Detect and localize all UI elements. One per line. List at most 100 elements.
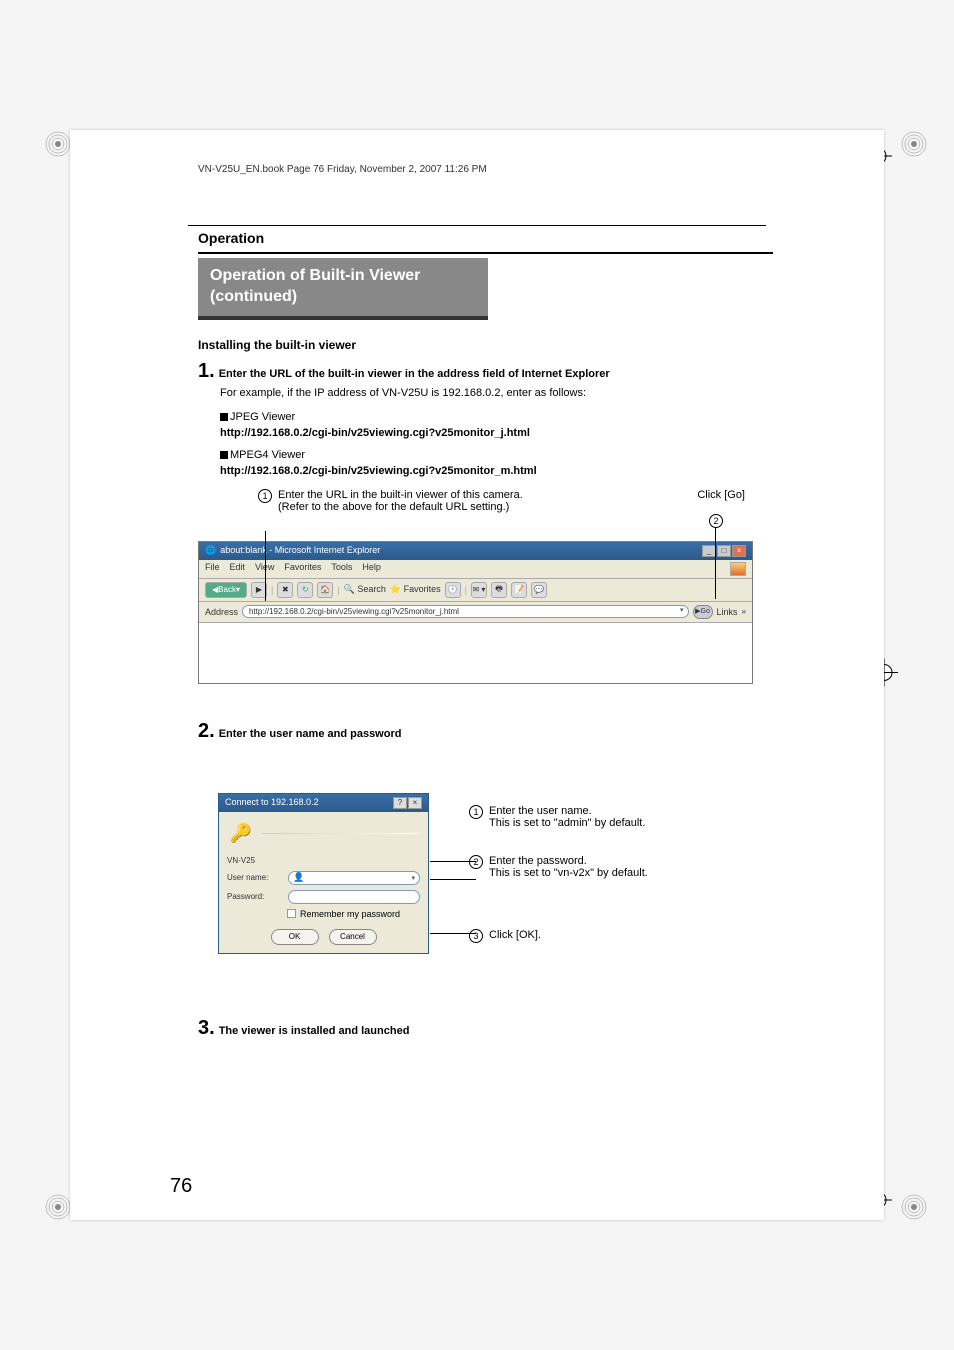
annotation-2: 2 Enter the password. This is set to "vn… [469, 855, 648, 879]
registration-ring-br [900, 1193, 928, 1226]
ie-toolbar: ◀ Back ▾ ▶ | ✖ ↻ 🏠 | 🔍 Search ⭐ Favorite… [199, 579, 752, 602]
ie-window: 🌐about:blank - Microsoft Internet Explor… [198, 541, 753, 684]
maximize-icon[interactable]: □ [717, 545, 731, 557]
favorites-button[interactable]: ⭐ Favorites [390, 584, 441, 595]
cancel-button[interactable]: Cancel [329, 929, 377, 945]
password-label: Password: [227, 892, 282, 901]
menu-favorites[interactable]: Favorites [284, 562, 321, 576]
minimize-icon[interactable]: _ [702, 545, 716, 557]
jpeg-viewer-url: http://192.168.0.2/cgi-bin/v25viewing.cg… [220, 427, 773, 439]
discuss-button[interactable]: 💬 [531, 582, 547, 598]
username-field[interactable]: 👤 [288, 871, 420, 885]
login-dialog-body: 🔑 VN-V25 User name: 👤 Password: Rem [219, 812, 428, 953]
leader-line [265, 531, 266, 601]
leader-line [430, 879, 476, 880]
registration-ring-bl [44, 1193, 72, 1226]
page-number: 76 [170, 1175, 192, 1198]
server-name: VN-V25 [227, 856, 420, 865]
dialog-window-buttons: ?× [392, 797, 422, 809]
step-1-body: Enter the URL of the built-in viewer in … [219, 368, 610, 380]
menu-edit[interactable]: Edit [230, 562, 246, 576]
menu-tools[interactable]: Tools [331, 562, 352, 576]
callout-1-num: 1 [258, 489, 272, 503]
menu-help[interactable]: Help [362, 562, 381, 576]
step-1: 1. Enter the URL of the built-in viewer … [198, 360, 773, 383]
annotation-2-line2: This is set to "vn-v2x" by default. [489, 867, 648, 879]
header-rule [188, 225, 766, 226]
annotation-1-line1: Enter the user name. [489, 805, 645, 817]
step-2-body: Enter the user name and password [219, 728, 402, 740]
password-field[interactable] [288, 890, 420, 904]
menu-file[interactable]: File [205, 562, 220, 576]
callout-go: 2 [709, 511, 723, 529]
callout-go-num: 2 [709, 514, 723, 528]
login-dialog-title: Connect to 192.168.0.2 [225, 797, 319, 809]
title-box: Operation of Built-in Viewer (continued) [198, 258, 488, 320]
step-1-note: For example, if the IP address of VN-V25… [220, 387, 773, 399]
dialog-header-row: 🔑 [227, 820, 420, 848]
jpeg-viewer-label: JPEG Viewer [220, 411, 773, 423]
remember-label: Remember my password [300, 909, 400, 919]
annotation-3: 3 Click [OK]. [469, 929, 648, 943]
square-bullet-icon [220, 451, 228, 459]
leader-line [715, 527, 716, 599]
square-bullet-icon [220, 413, 228, 421]
history-button[interactable]: 🕑 [445, 582, 461, 598]
window-buttons: _□× [701, 545, 746, 557]
dialog-buttons: OK Cancel [227, 929, 420, 945]
section-rule [198, 252, 773, 254]
mail-button[interactable]: ✉ ▾ [471, 582, 487, 598]
ie-title-bar: 🌐about:blank - Microsoft Internet Explor… [199, 542, 752, 560]
stop-button[interactable]: ✖ [277, 582, 293, 598]
registration-ring-tl [44, 130, 72, 163]
ie-address-bar: Address http://192.168.0.2/cgi-bin/v25vi… [199, 602, 752, 623]
links-chevron-icon[interactable]: » [742, 607, 746, 616]
mpeg4-viewer-label: MPEG4 Viewer [220, 449, 773, 461]
address-field[interactable]: http://192.168.0.2/cgi-bin/v25viewing.cg… [242, 605, 689, 618]
dialog-divider [261, 833, 420, 834]
home-button[interactable]: 🏠 [317, 582, 333, 598]
login-dialog-title-bar: Connect to 192.168.0.2 ?× [219, 794, 428, 812]
ie-content-area [199, 623, 752, 683]
search-button[interactable]: 🔍 Search [344, 584, 386, 595]
refresh-button[interactable]: ↻ [297, 582, 313, 598]
go-button[interactable]: ▶Go [693, 605, 713, 619]
annotation-3-num: 3 [469, 929, 483, 943]
leader-line [430, 933, 476, 934]
callout-1-line1: Enter the URL in the built-in viewer of … [278, 489, 523, 501]
edit-button[interactable]: 📝 [511, 582, 527, 598]
subhead: Installing the built-in viewer [198, 338, 773, 352]
keys-icon: 🔑 [227, 820, 255, 848]
remember-checkbox[interactable] [287, 909, 296, 918]
annotation-2-line1: Enter the password. [489, 855, 648, 867]
ie-throbber-icon [730, 562, 746, 576]
page: VN-V25U_EN.book Page 76 Friday, November… [70, 130, 884, 1220]
back-button[interactable]: ◀ Back ▾ [205, 582, 247, 598]
annotation-2-num: 2 [469, 855, 483, 869]
links-label[interactable]: Links [717, 607, 738, 617]
login-dialog: Connect to 192.168.0.2 ?× 🔑 VN-V25 User … [218, 793, 429, 954]
login-block: Connect to 192.168.0.2 ?× 🔑 VN-V25 User … [198, 773, 773, 969]
step-2-num: 2. [198, 720, 215, 743]
step-2: 2. Enter the user name and password [198, 720, 773, 743]
step-3: 3. The viewer is installed and launched [198, 1017, 773, 1040]
password-row: Password: [227, 890, 420, 904]
close-icon[interactable]: × [408, 797, 422, 809]
section-title: Operation [198, 230, 773, 246]
address-label: Address [205, 607, 238, 617]
callout-1-line2: (Refer to the above for the default URL … [278, 501, 523, 513]
print-button[interactable]: 🖶 [491, 582, 507, 598]
annotation-column: 1 Enter the user name. This is set to "a… [469, 773, 648, 969]
close-icon[interactable]: × [732, 545, 746, 557]
annotation-1-line2: This is set to "admin" by default. [489, 817, 645, 829]
step-3-body: The viewer is installed and launched [219, 1025, 410, 1037]
ok-button[interactable]: OK [271, 929, 319, 945]
ie-menu-bar: File Edit View Favorites Tools Help [199, 560, 752, 579]
mpeg4-viewer-url: http://192.168.0.2/cgi-bin/v25viewing.cg… [220, 465, 773, 477]
help-icon[interactable]: ? [393, 797, 407, 809]
step-1-num: 1. [198, 360, 215, 383]
remember-row: Remember my password [287, 909, 420, 919]
annotation-1-num: 1 [469, 805, 483, 819]
step-3-num: 3. [198, 1017, 215, 1040]
callout-1: 1 Enter the URL in the built-in viewer o… [258, 489, 773, 513]
